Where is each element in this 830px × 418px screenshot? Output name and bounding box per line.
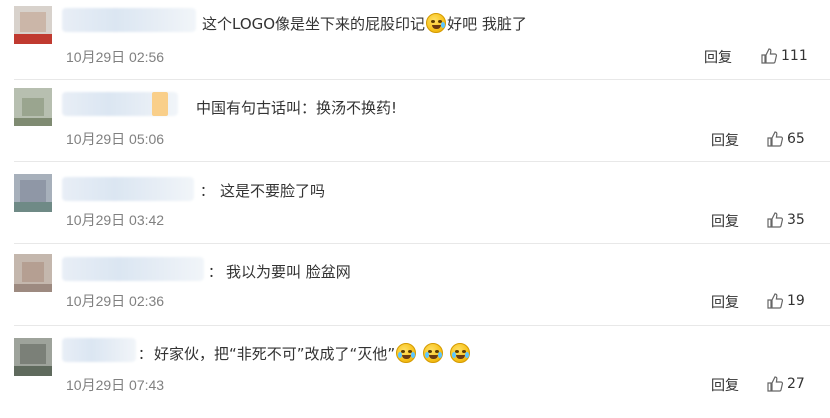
reply-button[interactable]: 回复 [711, 211, 739, 231]
user-badge [152, 92, 168, 116]
like-button[interactable]: 27 [766, 375, 805, 393]
avatar[interactable] [14, 88, 52, 126]
comment-time: 10月29日 02:56 [66, 49, 165, 65]
reply-button[interactable]: 回复 [711, 292, 739, 312]
name-separator: ： [138, 347, 152, 363]
avatar[interactable] [14, 254, 52, 292]
like-button[interactable]: 35 [766, 211, 805, 229]
like-count: 35 [787, 212, 805, 228]
comment-text: 这是不要脸了吗 [220, 182, 326, 200]
like-count: 27 [787, 376, 805, 392]
like-count: 65 [787, 131, 805, 147]
sweat-emoji-icon [426, 13, 447, 33]
like-button[interactable]: 65 [766, 130, 805, 148]
username-blurred[interactable] [62, 338, 136, 362]
comment-time: 10月29日 03:42 [66, 212, 165, 228]
comment-text: 我以为要叫 脸盆网 [226, 263, 351, 281]
laugh-cry-emoji-icon [422, 343, 443, 363]
thumbs-up-icon [767, 293, 784, 309]
comment-item: ： 好家伙，把“非死不可”改成了“灭他” 10月29日 07:43 回复 27 [0, 326, 830, 418]
like-button[interactable]: 19 [766, 292, 805, 310]
comment-time: 10月29日 05:06 [66, 131, 165, 147]
comment-item: ： 这是不要脸了吗 10月29日 03:42 回复 35 [0, 162, 830, 244]
laugh-cry-emoji-icon [449, 343, 470, 363]
like-button[interactable]: 111 [760, 47, 808, 65]
like-count: 19 [787, 293, 805, 309]
comment-time: 10月29日 07:43 [66, 377, 165, 393]
reply-button[interactable]: 回复 [704, 47, 732, 67]
name-separator: ： [208, 265, 222, 281]
name-separator: ： [200, 184, 214, 200]
username-blurred[interactable] [62, 8, 196, 32]
comment-text: 这个LOGO像是坐下来的屁股印记 好吧 我脏了 [202, 13, 527, 33]
reply-button[interactable]: 回复 [711, 130, 739, 150]
laugh-cry-emoji-icon [396, 343, 417, 363]
thumbs-up-icon [767, 131, 784, 147]
comment-item: 这个LOGO像是坐下来的屁股印记 好吧 我脏了 10月29日 02:56 回复 1… [0, 0, 830, 80]
thumbs-up-icon [767, 376, 784, 392]
comment-item: 中国有句古话叫：换汤不换药! 10月29日 05:06 回复 65 [0, 80, 830, 162]
reply-button[interactable]: 回复 [711, 375, 739, 395]
thumbs-up-icon [761, 48, 778, 64]
thumbs-up-icon [767, 212, 784, 228]
avatar[interactable] [14, 6, 52, 44]
comment-text: 中国有句古话叫：换汤不换药! [196, 99, 398, 117]
username-blurred[interactable] [62, 257, 204, 281]
comment-text: 好家伙，把“非死不可”改成了“灭他” [154, 343, 471, 364]
comment-time: 10月29日 02:36 [66, 293, 165, 309]
username-blurred[interactable] [62, 177, 194, 201]
like-count: 111 [781, 48, 808, 64]
comment-item: 我以为要叫 脸盆网 ： 10月29日 02:36 回复 19 [0, 244, 830, 326]
avatar[interactable] [14, 338, 52, 376]
avatar[interactable] [14, 174, 52, 212]
